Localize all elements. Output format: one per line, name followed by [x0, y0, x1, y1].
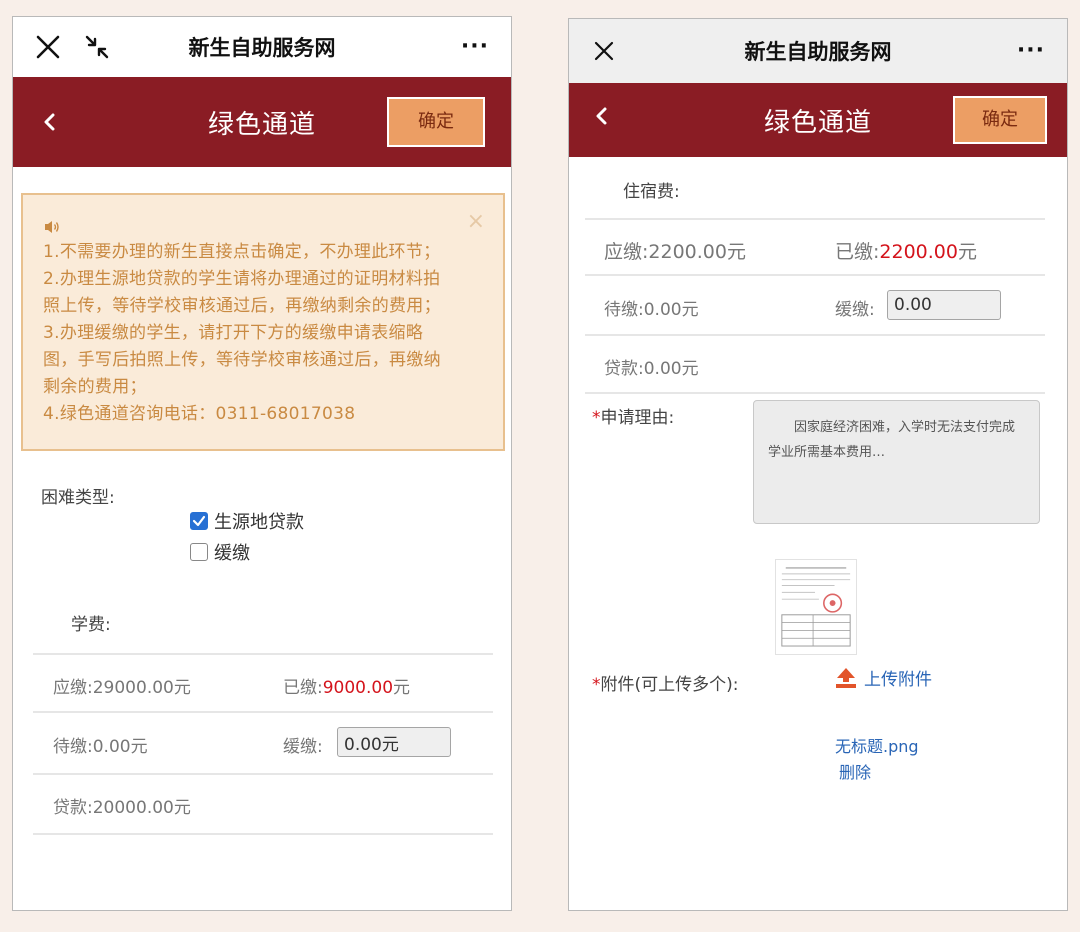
upload-attachment-button[interactable]: 上传附件	[834, 665, 932, 690]
checkmark-icon	[192, 515, 206, 527]
option-loan[interactable]: 生源地贷款	[190, 508, 304, 534]
tuition-row-pending: 待缴:0.00元 缓缴:	[33, 713, 493, 775]
loan-label: 贷款:	[53, 798, 93, 818]
page-title: 绿色通道	[207, 109, 316, 140]
due-label: 应缴:	[604, 241, 649, 263]
notice-line: 1.不需要办理的新生直接点击确定，不办理此环节；	[43, 242, 441, 262]
app-header: 绿色通道 确定	[13, 77, 511, 167]
defer-amount-input[interactable]	[337, 727, 451, 757]
defer-checkbox[interactable]	[190, 543, 208, 561]
tuition-row-due: 应缴:29000.00元 已缴:9000.00元	[33, 653, 493, 713]
delete-attachment-link[interactable]: 删除	[839, 759, 871, 783]
pending-value: 0.00元	[643, 300, 699, 320]
more-icon[interactable]: ···	[1017, 40, 1045, 62]
paid-label: 已缴:	[283, 678, 323, 698]
paid-label: 已缴:	[835, 241, 880, 263]
lodging-row-loan: 贷款:0.00元	[585, 336, 1045, 394]
pending-value: 0.00元	[92, 737, 148, 757]
paid-amount: 2200.00	[879, 241, 958, 263]
paid-field: 已缴:9000.00元	[283, 673, 410, 698]
loan-field: 贷款:20000.00元	[53, 793, 191, 818]
tuition-label: 学费:	[71, 615, 111, 635]
defer-amount-input[interactable]	[887, 290, 1001, 320]
lodging-row-pending: 待缴:0.00元 缓缴:	[585, 276, 1045, 336]
notice-line: 4.绿色通道咨询电话：0311-68017038	[43, 404, 356, 424]
phone-screen-left: 新生自助服务网 ··· 绿色通道 确定 × 1.不需要办理的新生直接点击确定，不…	[12, 16, 512, 911]
loan-value: 0.00元	[643, 359, 699, 379]
due-field: 应缴:2200.00元	[604, 237, 746, 264]
notice-line: 图，手写后拍照上传，等待学校审核通过后，再缴纳	[43, 350, 441, 370]
difficulty-type-label: 困难类型:	[41, 488, 115, 508]
notice-panel: × 1.不需要办理的新生直接点击确定，不办理此环节； 2.办理生源地贷款的学生请…	[21, 193, 505, 451]
back-icon[interactable]	[39, 111, 61, 133]
wechat-title-bar: 新生自助服务网 ···	[13, 17, 511, 77]
required-mark: *	[592, 408, 601, 428]
page-title: 绿色通道	[763, 107, 872, 138]
notice-line: 照上传，等待学校审核通过后，再缴纳剩余的费用；	[43, 296, 441, 316]
close-icon[interactable]	[35, 34, 61, 60]
confirm-button[interactable]: 确定	[953, 96, 1047, 144]
due-label: 应缴:	[53, 678, 93, 698]
option-defer[interactable]: 缓缴	[190, 539, 250, 565]
notice-line: 2.办理生源地贷款的学生请将办理通过的证明材料拍	[43, 269, 441, 289]
option-defer-label: 缓缴	[214, 543, 250, 564]
tuition-row-loan: 贷款:20000.00元	[33, 775, 493, 835]
option-loan-label: 生源地贷款	[214, 512, 304, 533]
notice-close-button[interactable]: ×	[467, 209, 485, 234]
paid-unit: 元	[957, 241, 977, 263]
attachment-file-link[interactable]: 无标题.png	[835, 733, 919, 757]
speaker-icon	[45, 221, 59, 233]
reason-textarea[interactable]: 因家庭经济困难，入学时无法支付完成学业所需基本费用…	[753, 400, 1040, 524]
close-icon[interactable]	[591, 38, 617, 64]
pending-label: 待缴:	[604, 300, 644, 320]
attachment-thumbnail[interactable]	[775, 559, 857, 655]
due-value: 2200.00元	[648, 241, 746, 263]
paid-amount: 9000.00	[322, 678, 394, 698]
attachment-label: *附件(可上传多个):	[592, 670, 739, 695]
back-icon[interactable]	[591, 105, 613, 127]
reason-label: *申请理由:	[592, 403, 674, 428]
required-mark: *	[592, 675, 601, 695]
loan-label: 贷款:	[604, 359, 644, 379]
due-field: 应缴:29000.00元	[53, 673, 191, 698]
pending-label: 待缴:	[53, 737, 93, 757]
upload-attachment-label: 上传附件	[864, 670, 932, 690]
app-header: 绿色通道 确定	[569, 83, 1067, 157]
lodging-fee-label: 住宿费:	[623, 182, 680, 202]
more-icon[interactable]: ···	[461, 36, 489, 58]
upload-icon	[836, 667, 856, 688]
paid-unit: 元	[393, 678, 411, 698]
wechat-page-title: 新生自助服务网	[744, 40, 892, 64]
reason-label-text: 申请理由:	[600, 408, 675, 428]
pending-field: 待缴:0.00元	[53, 732, 148, 757]
notice-line: 剩余的费用；	[43, 377, 147, 397]
attachment-label-text: 附件(可上传多个):	[600, 675, 739, 695]
phone-screen-right: 新生自助服务网 ··· 绿色通道 确定 住宿费: 应缴:2200.00元 已缴:…	[568, 18, 1068, 911]
shrink-icon[interactable]	[83, 33, 111, 61]
loan-value: 20000.00元	[92, 798, 191, 818]
loan-checkbox[interactable]	[190, 512, 208, 530]
wechat-page-title: 新生自助服务网	[188, 36, 336, 60]
lodging-row-due: 应缴:2200.00元 已缴:2200.00元	[585, 218, 1045, 276]
wechat-title-bar: 新生自助服务网 ···	[569, 19, 1067, 83]
paid-field: 已缴:2200.00元	[835, 237, 977, 264]
due-value: 29000.00元	[92, 678, 191, 698]
pending-field: 待缴:0.00元	[604, 295, 699, 320]
defer-label: 缓缴:	[835, 300, 875, 320]
defer-label: 缓缴:	[283, 737, 323, 757]
loan-field: 贷款:0.00元	[604, 354, 699, 379]
notice-line: 3.办理缓缴的学生，请打开下方的缓缴申请表缩略	[43, 323, 424, 343]
confirm-button[interactable]: 确定	[387, 97, 485, 147]
